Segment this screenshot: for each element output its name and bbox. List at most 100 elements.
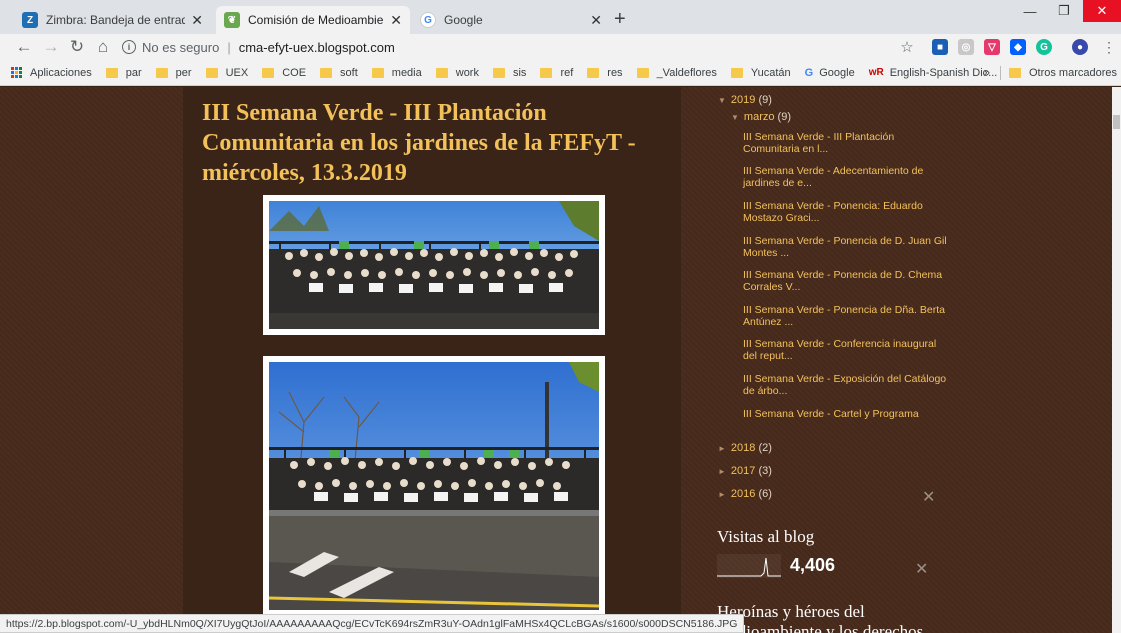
photo-image <box>269 201 599 329</box>
folder-icon <box>320 67 333 78</box>
bookmark-media[interactable]: media <box>371 67 422 79</box>
blog-page: III Semana Verde - III Plantación Comuni… <box>0 87 1121 633</box>
archive-post-link[interactable]: III Semana Verde - Ponencia de D. Chema … <box>743 269 953 293</box>
archive-post-link[interactable]: III Semana Verde - Cartel y Programa <box>743 408 953 420</box>
tab-strip: Z Zimbra: Bandeja de entrada (326 ✕ ❦ Co… <box>0 0 1121 34</box>
bookmark-wordreference[interactable]: wR English-Spanish Dic... <box>869 67 998 79</box>
tab-google[interactable]: G Google ✕ <box>412 6 610 34</box>
triangle-down-icon: ▼ <box>731 113 739 122</box>
folder-icon <box>435 67 448 78</box>
triangle-right-icon: ► <box>718 490 726 499</box>
extension-icon[interactable]: ◎ <box>958 39 974 55</box>
menu-icon[interactable]: ⋮ <box>1098 36 1120 58</box>
close-icon[interactable]: ✕ <box>390 12 402 29</box>
visits-count: 4,406 <box>790 555 836 575</box>
address-bar[interactable]: i No es seguro | cma-efyt-uex.blogspot.c… <box>122 35 922 59</box>
archive-year-2016[interactable]: ► 2016 (6) <box>718 488 772 500</box>
tab-title: Zimbra: Bandeja de entrada (326 <box>46 13 186 27</box>
bookmarks-overflow-chevron[interactable]: » <box>984 67 990 79</box>
bookmark-work[interactable]: work <box>435 67 479 79</box>
folder-icon <box>1008 68 1021 78</box>
tab-comision[interactable]: ❦ Comisión de Medioambiente de ✕ <box>216 6 410 34</box>
archive-year-2017[interactable]: ► 2017 (3) <box>718 465 772 477</box>
archive-post-link[interactable]: III Semana Verde - III Plantación Comuni… <box>743 131 953 155</box>
photo-image <box>269 362 599 610</box>
home-icon[interactable]: ⌂ <box>92 36 114 58</box>
tab-zimbra[interactable]: Z Zimbra: Bandeja de entrada (326 ✕ <box>14 6 211 34</box>
archive-post-link[interactable]: III Semana Verde - Ponencia: Eduardo Mos… <box>743 200 953 224</box>
group-photo-2[interactable] <box>263 356 605 616</box>
wordreference-icon: wR <box>868 67 884 78</box>
close-icon[interactable]: ✕ <box>191 12 203 29</box>
status-bar-url: https://2.bp.blogspot.com/-U_ybdHLNm0Q/X… <box>0 614 745 633</box>
archive-post-link[interactable]: III Semana Verde - Conferencia inaugural… <box>743 338 953 362</box>
bookmarks-bar: Aplicaciones par per UEX COE soft media … <box>0 60 1121 86</box>
close-icon[interactable]: ✕ <box>590 12 602 29</box>
archive-year-2019[interactable]: ▼ 2019 (9) <box>718 94 772 106</box>
bookmark-soft[interactable]: soft <box>320 67 358 79</box>
security-label: No es seguro <box>142 39 220 55</box>
visits-widget-title: Visitas al blog <box>717 527 815 546</box>
archive-post-link[interactable]: III Semana Verde - Adecentamiento de jar… <box>743 165 953 189</box>
new-tab-icon[interactable]: + <box>614 8 626 31</box>
forward-icon[interactable]: → <box>40 36 62 58</box>
bookmark-star-icon[interactable]: ☆ <box>896 36 918 58</box>
back-icon[interactable]: ← <box>13 36 35 58</box>
heroes-widget-title: Heroínas y héroes del medioambiente y lo… <box>717 602 924 633</box>
blogger-leaf-icon: ❦ <box>224 12 240 28</box>
triangle-right-icon: ► <box>718 444 726 453</box>
browser-toolbar: ← → ↻ ⌂ i No es seguro | cma-efyt-uex.bl… <box>0 34 1121 60</box>
window-close-icon[interactable]: ✕ <box>1083 0 1121 22</box>
folder-icon <box>262 67 275 78</box>
archive-post-link[interactable]: III Semana Verde - Exposición del Catálo… <box>743 373 953 397</box>
google-icon: G <box>420 12 436 28</box>
pocket-icon[interactable]: ▽ <box>984 39 1000 55</box>
archive-month-march[interactable]: ▼ marzo (9) <box>731 111 791 123</box>
page-scrollbar[interactable] <box>1112 87 1121 633</box>
post-title[interactable]: III Semana Verde - III Plantación Comuni… <box>202 98 677 188</box>
bookmarks-right: » Otros marcadores <box>984 60 1117 86</box>
scroll-thumb[interactable] <box>1113 115 1120 129</box>
bookmark-apps[interactable]: Aplicaciones <box>30 67 92 79</box>
folder-icon <box>205 67 218 78</box>
archive-post-link[interactable]: III Semana Verde - Ponencia de D. Juan G… <box>743 235 953 259</box>
google-icon: G <box>804 66 814 79</box>
other-bookmarks[interactable]: Otros marcadores <box>1029 67 1117 79</box>
bookmark-res[interactable]: res <box>587 67 623 79</box>
bookmark-google[interactable]: G Google <box>805 67 855 79</box>
archive-post-link[interactable]: III Semana Verde - Ponencia de Dña. Bert… <box>743 304 953 328</box>
apps-grid-icon[interactable] <box>11 67 22 78</box>
bookmark-uex[interactable]: UEX <box>205 67 248 79</box>
profile-avatar-icon[interactable]: ● <box>1072 39 1088 55</box>
triangle-right-icon: ► <box>718 467 726 476</box>
bookmark-sis[interactable]: sis <box>492 67 526 79</box>
url-text[interactable]: cma-efyt-uex.blogspot.com <box>239 40 395 55</box>
folder-icon <box>587 67 600 78</box>
edit-wrench-icon[interactable]: ✕ <box>922 487 935 507</box>
photo-illustration <box>269 362 599 610</box>
triangle-down-icon: ▼ <box>718 96 726 105</box>
folder-icon <box>155 67 168 78</box>
reload-icon[interactable]: ↻ <box>66 36 88 58</box>
bookmark-coe[interactable]: COE <box>262 67 306 79</box>
archive-year-2018[interactable]: ► 2018 (2) <box>718 442 772 454</box>
dropbox-icon[interactable]: ◆ <box>1010 39 1026 55</box>
bookmark-ref[interactable]: ref <box>540 67 573 79</box>
bookmark-yucatan[interactable]: Yucatán <box>730 67 791 79</box>
bookmark-per[interactable]: per <box>155 67 192 79</box>
tab-title: Google <box>444 13 483 27</box>
bookmark-par[interactable]: par <box>105 67 142 79</box>
grammarly-icon[interactable]: G <box>1036 39 1052 55</box>
photo-illustration <box>269 201 599 329</box>
folder-icon <box>730 67 743 78</box>
bookmark-valdeflores[interactable]: _Valdeflores <box>636 67 717 79</box>
folder-icon <box>371 67 384 78</box>
tab-title: Comisión de Medioambiente de <box>248 13 384 27</box>
minimize-icon[interactable]: — <box>1013 0 1047 22</box>
edit-wrench-icon[interactable]: ✕ <box>915 559 928 579</box>
group-photo-1[interactable] <box>263 195 605 335</box>
info-icon[interactable]: i <box>122 40 136 54</box>
folder-icon <box>540 67 553 78</box>
restore-icon[interactable]: ❐ <box>1047 0 1081 22</box>
extension-icon[interactable]: ■ <box>932 39 948 55</box>
